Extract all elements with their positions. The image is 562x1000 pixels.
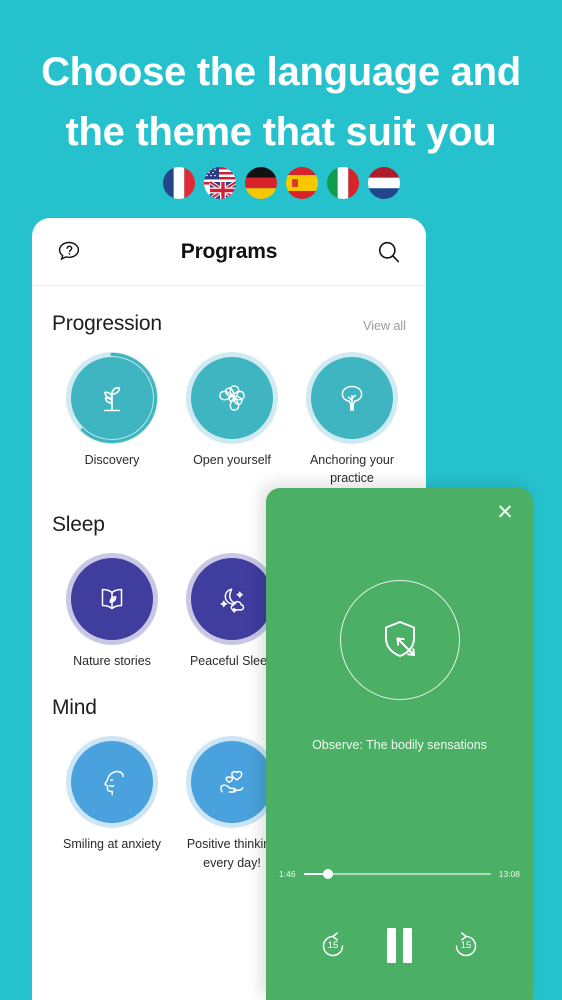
section-title: Mind <box>52 696 97 720</box>
program-tile-open-yourself[interactable]: Open yourself <box>172 357 292 487</box>
section-title: Progression <box>52 312 162 335</box>
view-all-link[interactable]: View all <box>363 319 406 333</box>
program-icon-circle <box>311 357 393 439</box>
flag-spain-icon[interactable] <box>285 167 318 199</box>
seek-control: 1:46 13:08 <box>279 869 520 879</box>
program-label: Open yourself <box>193 453 271 467</box>
seek-thumb[interactable] <box>322 869 333 879</box>
book-leaf-icon <box>101 589 123 610</box>
program-icon-circle <box>71 741 153 824</box>
program-label: Nature stories <box>73 654 151 669</box>
program-label: Discovery <box>84 453 140 467</box>
shield-arrow-icon <box>384 621 415 657</box>
flag-france-icon[interactable] <box>162 167 195 199</box>
player-caption: Observe: The bodily sensations <box>312 738 487 752</box>
section-progression: Progression View all Discovery Open your… <box>32 286 426 487</box>
close-icon[interactable]: ✕ <box>494 501 516 523</box>
program-row: Discovery Open yourself Anchoring your p… <box>52 352 406 487</box>
program-icon-circle <box>191 357 273 439</box>
search-icon[interactable] <box>374 237 404 267</box>
flag-netherlands-icon[interactable] <box>367 167 400 199</box>
forward-15-icon[interactable]: 15 <box>450 930 482 962</box>
flag-germany-icon[interactable] <box>244 167 277 199</box>
program-tile-smiling-at-anxiety[interactable]: Smiling at anxiety <box>52 741 172 871</box>
program-label: Smiling at anxiety <box>63 837 161 852</box>
program-tile-nature-stories[interactable]: Nature stories <box>52 558 172 670</box>
headline-line-1: Choose the language and <box>41 50 521 94</box>
duration-time: 13:08 <box>498 869 520 879</box>
pause-icon <box>387 928 412 963</box>
program-tile-anchoring-your-practice[interactable]: Anchoring your practice <box>292 357 412 487</box>
hand-hearts-icon <box>220 771 244 794</box>
page-title: Programs <box>180 239 278 263</box>
forward-15-label: 15 <box>460 940 472 951</box>
program-icon-circle <box>71 558 153 641</box>
sprout-icon <box>103 386 121 412</box>
program-icon-circle <box>66 352 158 444</box>
program-label: Anchoring your practice <box>309 453 395 486</box>
language-flag-row <box>0 167 562 199</box>
pause-button[interactable] <box>387 928 412 963</box>
program-tile-partial[interactable] <box>412 357 426 487</box>
headline-line-2: the theme that suit you <box>65 110 497 154</box>
promo-headline: Choose the language and the theme that s… <box>0 42 562 162</box>
tree-icon <box>341 385 363 411</box>
flower-mandala-icon <box>219 385 245 411</box>
seek-slider[interactable] <box>303 869 491 879</box>
program-icon-circle <box>191 741 273 824</box>
section-header: Progression View all <box>52 286 406 336</box>
player-artwork <box>266 580 533 700</box>
question-bubble-icon[interactable] <box>54 237 84 267</box>
artwork-circle <box>339 580 460 700</box>
moon-stars-icon <box>220 588 245 613</box>
section-title: Sleep <box>52 513 105 537</box>
flag-united-states-united-kingdom-icon[interactable] <box>203 167 236 199</box>
program-icon-circle <box>191 558 273 641</box>
replay-15-icon[interactable]: 15 <box>317 930 349 962</box>
replay-15-label: 15 <box>327 940 339 951</box>
elapsed-time: 1:46 <box>279 869 296 879</box>
audio-player-panel: ✕ Observe: The bodily sensations 1:46 13… <box>266 488 533 1000</box>
program-tile-discovery[interactable]: Discovery <box>52 352 172 487</box>
flag-italy-icon[interactable] <box>326 167 359 199</box>
head-profile-icon <box>104 771 124 796</box>
playback-controls: 15 15 <box>266 928 533 963</box>
app-header: Programs <box>32 218 426 286</box>
